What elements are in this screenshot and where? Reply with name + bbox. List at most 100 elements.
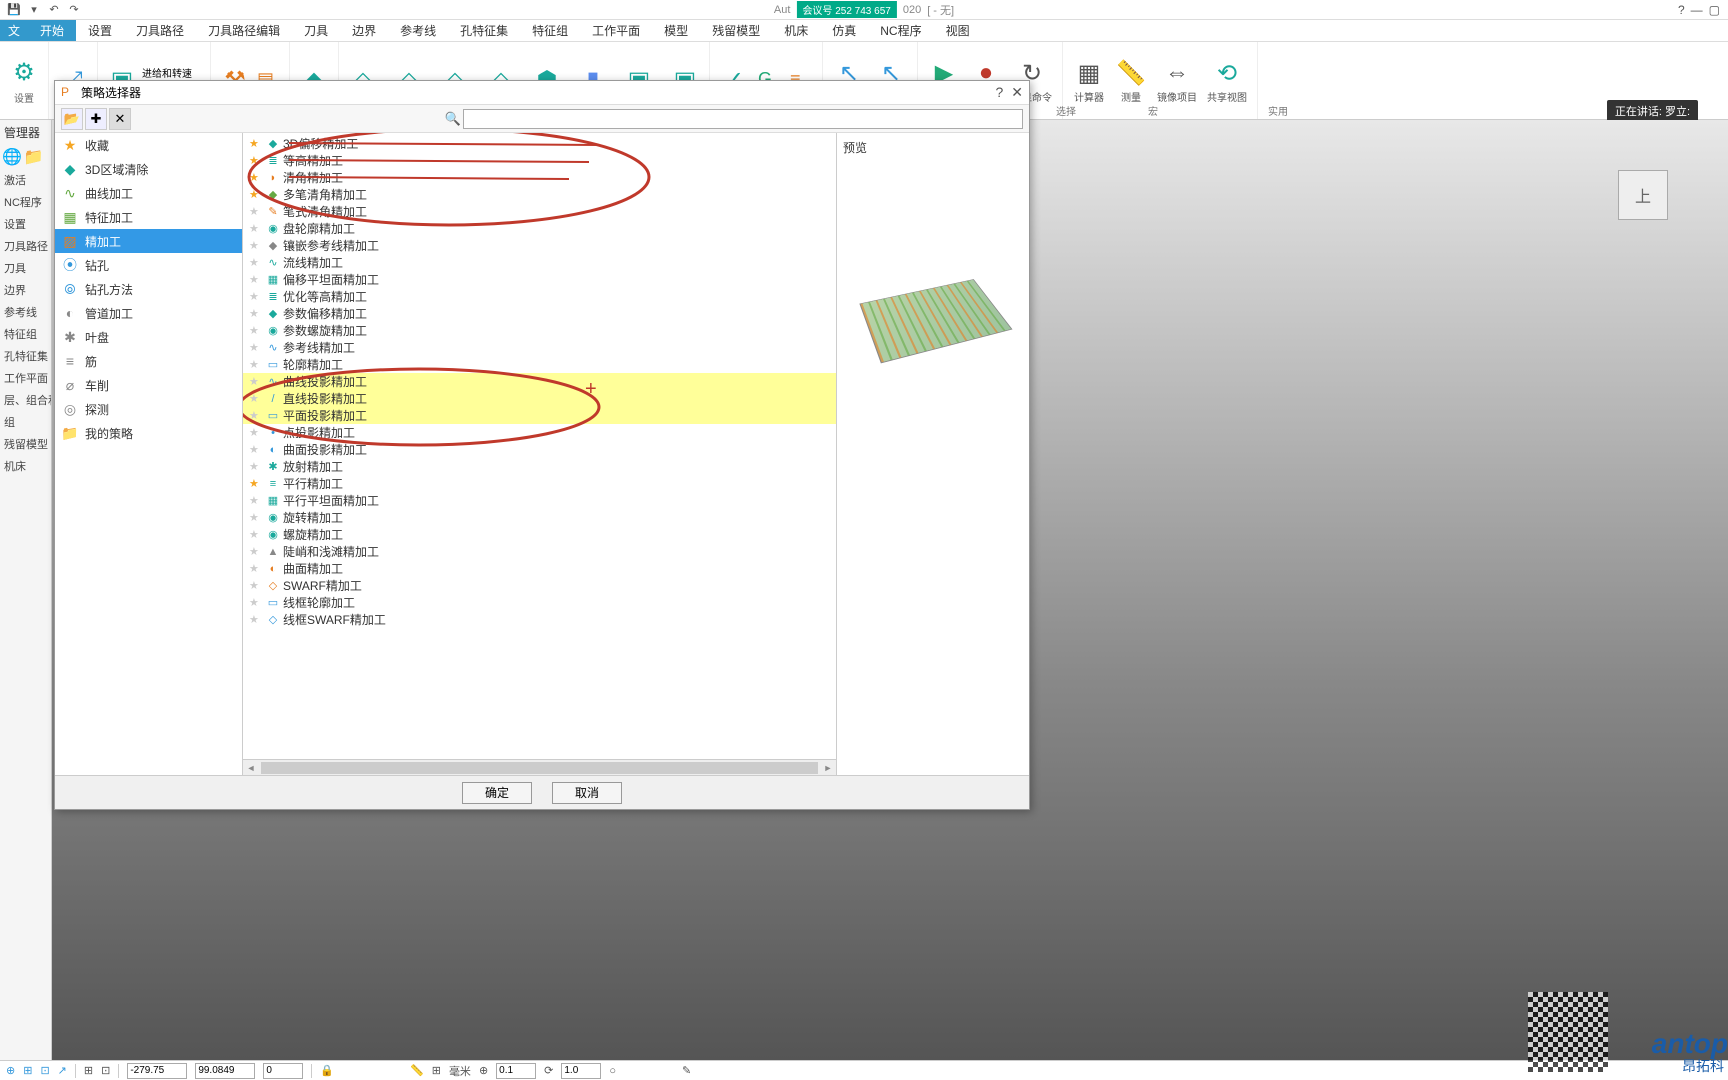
strategy-item-13[interactable]: ★▭轮廓精加工 [243,356,836,373]
globe-icon[interactable]: 🌐 [2,147,22,167]
link-icon[interactable]: ⟳ [544,1064,553,1077]
menu-stock[interactable]: 残留模型 [700,20,772,41]
strategy-item-25[interactable]: ★◐曲面精加工 [243,560,836,577]
save-icon[interactable]: 💾 [6,2,22,18]
category-item-11[interactable]: ◎探测 [55,397,242,421]
sidebar-item-12[interactable]: 残留模型 [0,433,51,455]
fav-star-icon[interactable]: ★ [249,579,263,592]
fav-star-icon[interactable]: ★ [249,171,263,184]
fav-star-icon[interactable]: ★ [249,392,263,405]
strategy-item-12[interactable]: ★∿参考线精加工 [243,339,836,356]
menu-featgroup[interactable]: 特征组 [520,20,580,41]
fav-star-icon[interactable]: ★ [249,341,263,354]
strategy-item-21[interactable]: ★▦平行平坦面精加工 [243,492,836,509]
category-item-5[interactable]: ⦿钻孔 [55,253,242,277]
snap4-icon[interactable]: ↗ [58,1064,67,1077]
category-item-1[interactable]: ◆3D区域清除 [55,157,242,181]
maximize-icon[interactable]: ▢ [1709,3,1720,17]
strategy-item-6[interactable]: ★◆镶嵌参考线精加工 [243,237,836,254]
sidebar-item-9[interactable]: 工作平面 [0,367,51,389]
fav-star-icon[interactable]: ★ [249,409,263,422]
sidebar-item-3[interactable]: 刀具路径 [0,235,51,257]
strategy-item-3[interactable]: ★◆多笔清角精加工 [243,186,836,203]
fav-star-icon[interactable]: ★ [249,188,263,201]
dialog-help-icon[interactable]: ? [995,84,1003,101]
strategy-item-8[interactable]: ★▦偏移平坦面精加工 [243,271,836,288]
h-scrollbar[interactable] [243,759,836,775]
fav-star-icon[interactable]: ★ [249,545,263,558]
strategy-item-24[interactable]: ★▲陡峭和浅滩精加工 [243,543,836,560]
fav-star-icon[interactable]: ★ [249,290,263,303]
sidebar-item-4[interactable]: 刀具 [0,257,51,279]
strategy-item-11[interactable]: ★◉参数螺旋精加工 [243,322,836,339]
category-item-2[interactable]: ∿曲线加工 [55,181,242,205]
strategy-item-16[interactable]: ★▭平面投影精加工 [243,407,836,424]
menu-tool[interactable]: 刀具 [292,20,340,41]
calc-icon[interactable]: ▦ [1073,57,1105,89]
fav-star-icon[interactable]: ★ [249,307,263,320]
menu-toolpath[interactable]: 刀具路径 [124,20,196,41]
folder-icon[interactable]: 📁 [24,147,44,167]
sidebar-item-7[interactable]: 特征组 [0,323,51,345]
viewcube[interactable]: 上 [1618,170,1668,220]
menu-boundary[interactable]: 边界 [340,20,388,41]
fav-star-icon[interactable]: ★ [249,494,263,507]
mirror-icon[interactable]: ⇔ [1161,57,1193,89]
unit-icon[interactable]: ⊞ [432,1064,441,1077]
dialog-close-icon[interactable]: ✕ [1011,84,1023,101]
lock-icon[interactable]: 🔒 [320,1064,334,1077]
x-input[interactable] [127,1063,187,1079]
category-item-7[interactable]: ◐管道加工 [55,301,242,325]
fav-star-icon[interactable]: ★ [249,511,263,524]
strategy-item-0[interactable]: ★◆3D偏移精加工 [243,135,836,152]
ok-button[interactable]: 确定 [462,782,532,804]
category-item-0[interactable]: ★收藏 [55,133,242,157]
strategy-item-27[interactable]: ★▭线框轮廓加工 [243,594,836,611]
sidebar-item-1[interactable]: NC程序 [0,191,51,213]
ruler-icon[interactable]: 📏 [410,1064,424,1077]
undo-icon[interactable]: ↶ [46,2,62,18]
menu-settings[interactable]: 设置 [76,20,124,41]
fav-star-icon[interactable]: ★ [249,222,263,235]
z-input[interactable] [263,1063,303,1079]
menu-machine[interactable]: 机床 [772,20,820,41]
fav-star-icon[interactable]: ★ [249,460,263,473]
strategy-item-20[interactable]: ★≡平行精加工 [243,475,836,492]
sidebar-item-13[interactable]: 机床 [0,455,51,477]
strategy-item-23[interactable]: ★◉螺旋精加工 [243,526,836,543]
target-icon[interactable]: ⊕ [479,1064,488,1077]
strategy-item-15[interactable]: ★/直线投影精加工 [243,390,836,407]
fav-star-icon[interactable]: ★ [249,273,263,286]
category-item-4[interactable]: ▨精加工 [55,229,242,253]
menu-plane[interactable]: 工作平面 [580,20,652,41]
fav-star-icon[interactable]: ★ [249,256,263,269]
delete-btn[interactable]: ✕ [109,108,131,130]
fav-star-icon[interactable]: ★ [249,528,263,541]
sidebar-item-6[interactable]: 参考线 [0,301,51,323]
val2-input[interactable] [561,1063,601,1079]
menu-start[interactable]: 开始 [28,20,76,41]
category-item-12[interactable]: 📁我的策略 [55,421,242,445]
fav-star-icon[interactable]: ★ [249,613,263,626]
fav-star-icon[interactable]: ★ [249,324,263,337]
grid2-icon[interactable]: ⊡ [101,1064,110,1077]
minimize-icon[interactable]: — [1691,3,1703,17]
strategy-item-10[interactable]: ★◆参数偏移精加工 [243,305,836,322]
category-item-10[interactable]: ⌀车削 [55,373,242,397]
menu-toolpath-edit[interactable]: 刀具路径编辑 [196,20,292,41]
sidebar-item-2[interactable]: 设置 [0,213,51,235]
fav-star-icon[interactable]: ★ [249,443,263,456]
dropdown-icon[interactable]: ▾ [26,2,42,18]
fav-star-icon[interactable]: ★ [249,154,263,167]
open-folder-btn[interactable]: 📂 [61,108,83,130]
fav-star-icon[interactable]: ★ [249,137,263,150]
menu-holeset[interactable]: 孔特征集 [448,20,520,41]
strategy-item-14[interactable]: ★∿曲线投影精加工 [243,373,836,390]
menu-sim[interactable]: 仿真 [820,20,868,41]
grid-icon[interactable]: ⊞ [84,1064,93,1077]
fav-star-icon[interactable]: ★ [249,375,263,388]
category-item-3[interactable]: ▦特征加工 [55,205,242,229]
menu-file[interactable]: 文 [0,20,28,41]
sidebar-item-11[interactable]: 组 [0,411,51,433]
share-icon[interactable]: ⟲ [1211,57,1243,89]
